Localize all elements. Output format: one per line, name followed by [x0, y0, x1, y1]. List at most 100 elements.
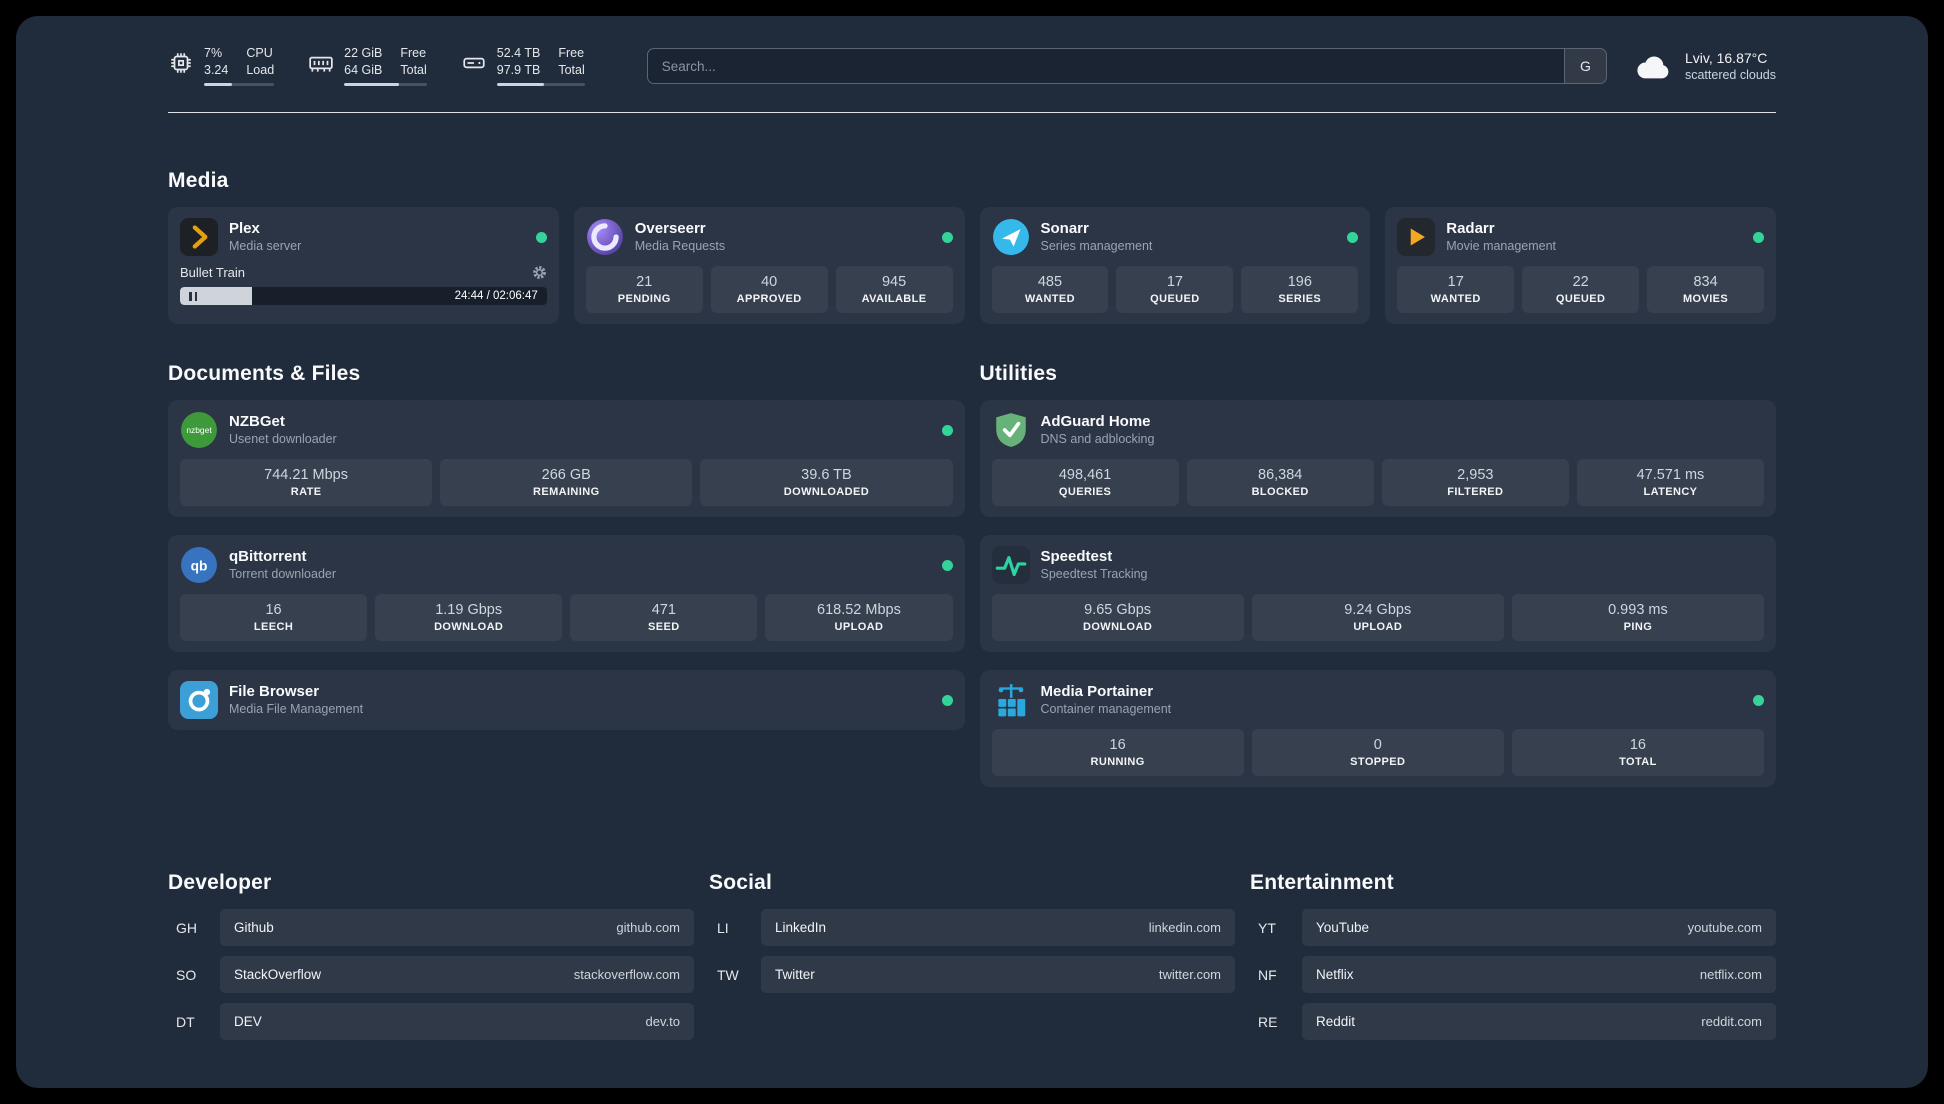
service-card-portainer[interactable]: Media Portainer Container management 16 R…: [979, 670, 1776, 788]
section-title-entertainment: Entertainment: [1250, 871, 1394, 895]
bookmark-stackoverflow[interactable]: SO StackOverflow stackoverflow.com: [168, 956, 694, 994]
bookmark-dev[interactable]: DT DEV dev.to: [168, 1003, 694, 1041]
stat-box: 485 WANTED: [991, 266, 1109, 314]
bookmark-github[interactable]: GH Github github.com: [168, 909, 694, 947]
stat-box: 618.52 Mbps UPLOAD: [765, 594, 953, 642]
stat-box: 22 QUEUED: [1522, 266, 1640, 314]
bookmark-youtube[interactable]: YT YouTube youtube.com: [1250, 909, 1776, 947]
now-playing-title: Bullet Train: [180, 265, 246, 281]
service-card-sonarr[interactable]: Sonarr Series management 485 WANTED 17 QUE…: [979, 207, 1371, 325]
service-title: Plex: [229, 219, 260, 237]
section-media: Media Plex Media server Bullet Train 24:…: [168, 169, 1776, 325]
stat-box: 17 WANTED: [1397, 266, 1515, 314]
service-title: AdGuard Home: [1040, 412, 1151, 430]
section-title-utilities: Utilities: [979, 362, 1058, 386]
stat-box: 2,953 FILTERED: [1381, 459, 1569, 507]
status-dot: [1347, 231, 1359, 243]
memory-total: 64 GiB: [344, 62, 383, 77]
bookmarks-social: Social LI LinkedIn linkedin.com TW Twitt…: [709, 871, 1235, 994]
bookmark-netflix[interactable]: NF Netflix netflix.com: [1250, 956, 1776, 994]
service-title: Speedtest: [1040, 547, 1113, 565]
disk-meter: [496, 83, 585, 87]
service-card-filebrowser[interactable]: File Browser Media File Management: [168, 670, 965, 731]
service-title: File Browser: [229, 682, 320, 700]
disk-total: 97.9 TB: [496, 62, 541, 77]
stat-box: 86,384 BLOCKED: [1186, 459, 1374, 507]
disk-total-label: Total: [558, 62, 585, 77]
service-subtitle: DNS and adblocking: [1040, 432, 1155, 447]
bookmark-url: stackoverflow.com: [573, 967, 680, 983]
dashboard-content: 7% CPU 3.24 Load 22 GiB Free 64 GiB Tota…: [16, 16, 1928, 1088]
cpu-load: 3.24: [204, 62, 229, 77]
service-title: qBittorrent: [229, 547, 307, 565]
bookmark-abbr: YT: [1258, 919, 1276, 936]
service-card-speedtest[interactable]: Speedtest Speedtest Tracking 9.65 Gbps DO…: [979, 535, 1776, 653]
pause-icon[interactable]: [189, 291, 197, 301]
bookmark-linkedin[interactable]: LI LinkedIn linkedin.com: [709, 909, 1235, 947]
service-card-overseerr[interactable]: Overseerr Media Requests 21 PENDING 40 APP…: [573, 207, 965, 325]
bookmark-abbr: DT: [176, 1013, 195, 1030]
plex-now-playing: Bullet Train 24:44 / 02:06:47: [180, 265, 547, 306]
status-dot: [941, 694, 953, 706]
bookmark-url: netflix.com: [1699, 967, 1762, 983]
service-title: Overseerr: [634, 219, 706, 237]
status-dot: [941, 424, 953, 436]
search-input[interactable]: [647, 49, 1564, 84]
stat-box: 21 PENDING: [585, 266, 703, 314]
svg-text:qb: qb: [191, 559, 208, 574]
plex-icon: [180, 218, 218, 257]
service-subtitle: Media server: [229, 239, 302, 254]
bookmarks-entertainment: Entertainment YT YouTube youtube.com NF …: [1250, 871, 1776, 1041]
cpu-load-label: Load: [246, 62, 275, 77]
status-dot: [941, 559, 953, 571]
stat-box: 39.6 TB DOWNLOADED: [700, 459, 953, 507]
stat-box: 40 APPROVED: [710, 266, 828, 314]
qbittorrent-icon: qb: [180, 546, 218, 584]
memory-meter: [344, 83, 427, 87]
search-provider-button[interactable]: G: [1563, 49, 1606, 84]
bookmark-name: Github: [234, 920, 274, 936]
section-title-documents: Documents & Files: [168, 362, 361, 386]
service-subtitle: Series management: [1040, 239, 1153, 254]
disk-free: 52.4 TB: [496, 46, 541, 60]
portainer-icon: [992, 681, 1030, 719]
bookmark-url: linkedin.com: [1148, 920, 1221, 936]
dashboard: 7% CPU 3.24 Load 22 GiB Free 64 GiB Tota…: [16, 16, 1928, 1088]
bookmark-name: YouTube: [1316, 920, 1370, 936]
cpu-meter: [204, 83, 275, 87]
service-card-qbittorrent[interactable]: qb qBittorrent Torrent downloader 16 LEEC…: [168, 535, 965, 653]
bookmark-twitter[interactable]: TW Twitter twitter.com: [709, 956, 1235, 994]
memory-widget: 22 GiB Free 64 GiB Total: [308, 46, 427, 87]
service-card-radarr[interactable]: Radarr Movie management 17 WANTED 22 QUEUE…: [1385, 207, 1776, 325]
stat-box: 17 QUEUED: [1116, 266, 1234, 314]
service-card-nzbget[interactable]: nzbget NZBGet Usenet downloader 744.21 M…: [168, 400, 965, 518]
disk-icon: [463, 57, 485, 69]
stat-box: 1.19 Gbps DOWNLOAD: [375, 594, 563, 642]
section-title-social: Social: [709, 871, 773, 895]
bookmark-abbr: SO: [176, 966, 197, 983]
bookmark-abbr: NF: [1258, 966, 1277, 983]
bookmark-abbr: LI: [717, 919, 729, 936]
bookmark-abbr: GH: [176, 919, 197, 936]
gear-icon[interactable]: [532, 265, 547, 280]
status-dot: [1753, 694, 1764, 706]
bookmark-url: twitter.com: [1158, 967, 1221, 983]
disk-free-label: Free: [558, 46, 585, 60]
service-card-plex[interactable]: Plex Media server Bullet Train 24:44 / 0…: [168, 207, 559, 325]
stat-box: 945 AVAILABLE: [835, 266, 953, 314]
disk-widget: 52.4 TB Free 97.9 TB Total: [461, 46, 585, 87]
weather-location: Lviv, 16.87°C: [1684, 50, 1768, 67]
service-card-adguard[interactable]: AdGuard Home DNS and adblocking 498,461 Q…: [979, 400, 1776, 518]
playback-progress-bar[interactable]: 24:44 / 02:06:47: [180, 287, 547, 306]
bookmark-reddit[interactable]: RE Reddit reddit.com: [1250, 1003, 1776, 1041]
weather-condition: scattered clouds: [1684, 68, 1776, 83]
section-title-media: Media: [168, 169, 229, 193]
stat-box: 16 LEECH: [180, 594, 368, 642]
nzbget-icon: nzbget: [180, 411, 218, 449]
stat-box: 9.65 Gbps DOWNLOAD: [991, 594, 1244, 642]
playback-time: 24:44 / 02:06:47: [454, 290, 538, 303]
bookmark-name: StackOverflow: [234, 967, 322, 983]
stat-box: 0.993 ms PING: [1511, 594, 1765, 642]
memory-free-label: Free: [400, 46, 427, 60]
status-dot: [941, 231, 953, 243]
